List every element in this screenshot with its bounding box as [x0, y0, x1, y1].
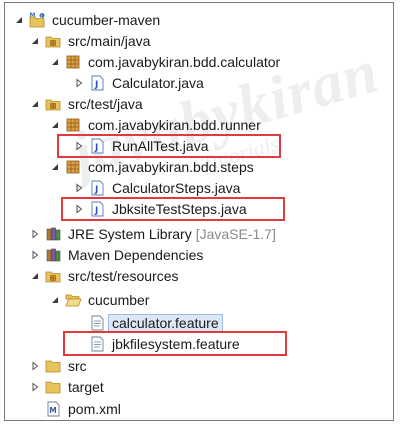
tree-item-label: pom.xml [68, 400, 121, 417]
tree-item-label: src/main/java [68, 32, 151, 49]
package-icon [65, 54, 82, 70]
collapse-icon[interactable] [73, 203, 85, 215]
collapse-icon[interactable] [29, 381, 41, 393]
folder-icon [45, 379, 62, 395]
tree-item-pom-xml[interactable]: M pom.xml [5, 398, 393, 419]
source-folder-icon [45, 268, 62, 284]
tree-item-label: JRE System Library [68, 225, 192, 242]
tree-item-label: com.javabykiran.bdd.calculator [88, 53, 281, 70]
jre-version-label: [JavaSE-1.7] [195, 225, 276, 242]
java-file-icon: J [89, 75, 106, 91]
tree-item-label: cucumber [88, 291, 150, 308]
tree-item-jbksite-test-steps[interactable]: J JbksiteTestSteps.java [5, 198, 393, 219]
tree-item-run-all-test[interactable]: J RunAllTest.java [5, 135, 393, 156]
tree-item-label: src/test/resources [68, 267, 179, 284]
expand-icon[interactable] [13, 14, 25, 26]
collapse-icon[interactable] [73, 182, 85, 194]
package-icon [65, 117, 82, 133]
svg-text:J: J [94, 206, 98, 216]
expand-icon[interactable] [29, 35, 41, 47]
java-file-icon: J [89, 180, 106, 196]
tree-item-src-main-java[interactable]: src/main/java [5, 30, 393, 51]
feature-file-icon [89, 336, 106, 352]
tree-item-src-folder[interactable]: src [5, 355, 393, 376]
tree-item-src-test-resources[interactable]: src/test/resources [5, 265, 393, 286]
tree-item-jbkfilesystem-feature[interactable]: jbkfilesystem.feature [5, 333, 393, 354]
svg-text:J: J [40, 13, 42, 19]
svg-text:J: J [94, 185, 98, 195]
tree-item-label: src [68, 357, 87, 374]
svg-text:J: J [94, 80, 98, 90]
expand-icon[interactable] [29, 270, 41, 282]
tree-item-project[interactable]: M J cucumber-maven [5, 9, 393, 30]
svg-text:J: J [94, 143, 98, 153]
tree-item-package-steps[interactable]: com.javabykiran.bdd.steps [5, 156, 393, 177]
tree-item-label: com.javabykiran.bdd.steps [88, 158, 254, 175]
tree-item-label: Maven Dependencies [68, 246, 204, 263]
tree-item-calculator-steps[interactable]: J CalculatorSteps.java [5, 177, 393, 198]
source-folder-icon [45, 96, 62, 112]
package-icon [65, 159, 82, 175]
tree-item-calculator-feature[interactable]: calculator.feature [5, 312, 393, 333]
expand-icon[interactable] [49, 161, 61, 173]
java-file-icon: J [89, 201, 106, 217]
tree-item-target-folder[interactable]: target [5, 376, 393, 397]
collapse-icon[interactable] [29, 360, 41, 372]
source-folder-icon [45, 33, 62, 49]
collapse-icon[interactable] [29, 228, 41, 240]
tree-item-label: jbkfilesystem.feature [112, 335, 240, 352]
library-icon [45, 247, 62, 263]
expand-icon[interactable] [49, 294, 61, 306]
folder-icon [45, 358, 62, 374]
tree-item-package-calculator[interactable]: com.javabykiran.bdd.calculator [5, 51, 393, 72]
collapse-icon[interactable] [73, 140, 85, 152]
xml-file-icon: M [45, 401, 62, 417]
svg-text:M: M [30, 12, 36, 19]
project-explorer-panel: javabykiran Tutorials M J cucumber-maven… [4, 2, 394, 421]
collapse-icon[interactable] [73, 77, 85, 89]
tree-item-label: calculator.feature [108, 313, 223, 332]
tree-item-maven-dependencies[interactable]: Maven Dependencies [5, 244, 393, 265]
tree-item-label: src/test/java [68, 95, 143, 112]
expand-icon[interactable] [29, 98, 41, 110]
tree-item-label: cucumber-maven [52, 11, 161, 28]
tree-item-label: com.javabykiran.bdd.runner [88, 116, 261, 133]
collapse-icon[interactable] [29, 249, 41, 261]
svg-text:M: M [49, 406, 56, 415]
library-icon [45, 226, 62, 242]
tree-item-jre-library[interactable]: JRE System Library [JavaSE-1.7] [5, 223, 393, 244]
expand-icon[interactable] [49, 56, 61, 68]
tree-item-label: Calculator.java [112, 74, 204, 91]
tree-item-label: target [68, 378, 104, 395]
tree-item-label: JbksiteTestSteps.java [112, 200, 247, 217]
tree-item-package-runner[interactable]: com.javabykiran.bdd.runner [5, 114, 393, 135]
maven-project-icon: M J [29, 12, 46, 28]
expand-icon[interactable] [49, 119, 61, 131]
feature-file-icon [89, 315, 106, 331]
java-file-icon: J [89, 138, 106, 154]
tree-item-src-test-java[interactable]: src/test/java [5, 93, 393, 114]
folder-open-icon [65, 292, 82, 308]
tree-item-label: RunAllTest.java [112, 137, 209, 154]
tree-item-cucumber-folder[interactable]: cucumber [5, 289, 393, 310]
tree-item-calculator-java[interactable]: J Calculator.java [5, 72, 393, 93]
tree-item-label: CalculatorSteps.java [112, 179, 241, 196]
